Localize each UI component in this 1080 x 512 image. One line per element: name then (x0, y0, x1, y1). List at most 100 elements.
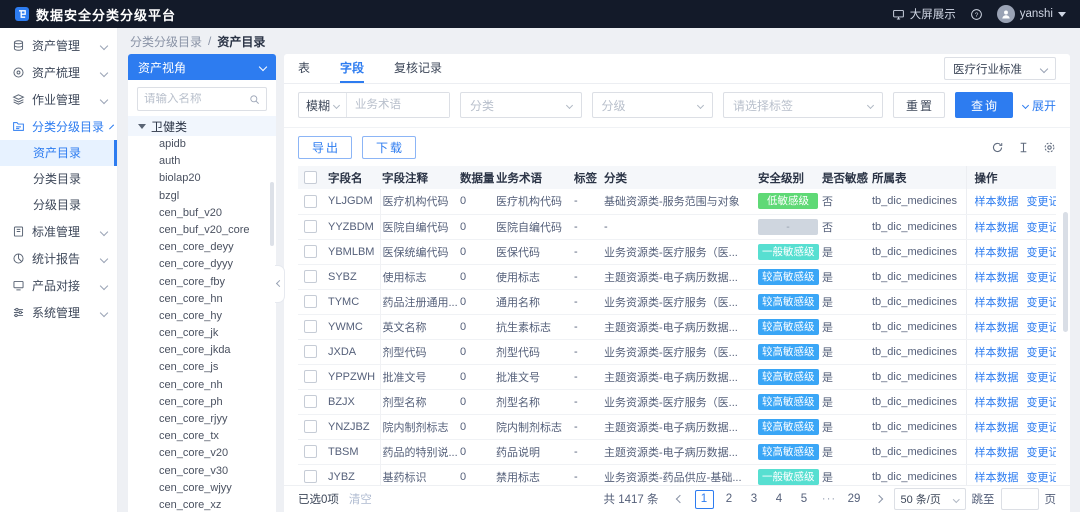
row-checkbox[interactable] (304, 395, 317, 408)
tag-filter-select[interactable]: 请选择标签 (723, 92, 883, 118)
breadcrumb-parent[interactable]: 分类分级目录 (130, 33, 202, 50)
expand-filters-link[interactable]: 展开 (1023, 97, 1056, 114)
row-checkbox[interactable] (304, 270, 317, 283)
sidebar-subitem[interactable]: 分级目录 (0, 192, 117, 218)
tree-root-node[interactable]: 卫健类 (128, 116, 276, 136)
tree-node[interactable]: cen_core_jk (128, 325, 276, 342)
pagination-page[interactable]: 4 (770, 490, 789, 509)
pagination-page[interactable]: 3 (745, 490, 764, 509)
pagination-page[interactable]: 29 (845, 490, 864, 509)
sample-data-link[interactable]: 样本数据 (975, 222, 1019, 234)
change-record-link[interactable]: 变更记录 (1027, 272, 1057, 284)
sample-data-link[interactable]: 样本数据 (975, 447, 1019, 459)
change-record-link[interactable]: 变更记录 (1027, 222, 1057, 234)
density-icon[interactable] (1017, 141, 1030, 154)
row-checkbox[interactable] (304, 220, 317, 233)
column-settings-icon[interactable] (1043, 141, 1056, 154)
sample-data-link[interactable]: 样本数据 (975, 196, 1019, 208)
screen-share-button[interactable]: 大屏展示 (892, 6, 956, 22)
tree-node[interactable]: cen_buf_v20_core (128, 222, 276, 239)
tab[interactable]: 字段 (340, 54, 364, 83)
tree-node[interactable]: cen_core_fby (128, 274, 276, 291)
refresh-icon[interactable] (991, 141, 1004, 154)
tree-node[interactable]: cen_core_xz (128, 497, 276, 512)
tree-node[interactable]: cen_core_hy (128, 308, 276, 325)
tree-scrollbar[interactable] (270, 182, 274, 246)
match-mode-select[interactable]: 模糊 (299, 93, 347, 117)
industry-standard-select[interactable]: 医疗行业标准 (944, 57, 1056, 80)
row-checkbox[interactable] (304, 320, 317, 333)
tree-node[interactable]: cen_core_v20 (128, 445, 276, 462)
row-checkbox[interactable] (304, 195, 317, 208)
sample-data-link[interactable]: 样本数据 (975, 422, 1019, 434)
tree-node[interactable]: cen_core_deyy (128, 239, 276, 256)
tab[interactable]: 表 (298, 54, 310, 83)
change-record-link[interactable]: 变更记录 (1027, 472, 1057, 484)
next-page-button[interactable] (870, 490, 888, 508)
clear-selection-link[interactable]: 清空 (349, 491, 372, 507)
tree-node[interactable]: cen_core_js (128, 359, 276, 376)
row-checkbox[interactable] (304, 445, 317, 458)
term-filter-input[interactable] (347, 93, 449, 117)
change-record-link[interactable]: 变更记录 (1027, 397, 1057, 409)
sample-data-link[interactable]: 样本数据 (975, 472, 1019, 484)
sample-data-link[interactable]: 样本数据 (975, 297, 1019, 309)
sample-data-link[interactable]: 样本数据 (975, 322, 1019, 334)
reset-button[interactable]: 重置 (893, 92, 945, 118)
jump-page-input[interactable] (1001, 488, 1039, 510)
tree-node[interactable]: cen_core_wjyy (128, 480, 276, 497)
tree-node[interactable]: cen_core_hn (128, 291, 276, 308)
tree-node[interactable]: cen_core_jkda (128, 342, 276, 359)
prev-page-button[interactable] (671, 490, 689, 508)
tree-node[interactable]: cen_core_dyyy (128, 256, 276, 273)
sample-data-link[interactable]: 样本数据 (975, 272, 1019, 284)
tree-view-select[interactable]: 资产视角 (128, 54, 276, 80)
sidebar-item-job-mgmt[interactable]: 作业管理 (0, 86, 117, 113)
tree-node[interactable]: cen_core_v30 (128, 463, 276, 480)
download-button[interactable]: 下载 (362, 136, 416, 159)
change-record-link[interactable]: 变更记录 (1027, 247, 1057, 259)
query-button[interactable]: 查询 (955, 92, 1013, 118)
tree-search-input[interactable] (144, 93, 249, 105)
tree-node[interactable]: cen_core_tx (128, 428, 276, 445)
change-record-link[interactable]: 变更记录 (1027, 372, 1057, 384)
export-button[interactable]: 导出 (298, 136, 352, 159)
pagination-page[interactable]: 5 (795, 490, 814, 509)
row-checkbox[interactable] (304, 245, 317, 258)
sample-data-link[interactable]: 样本数据 (975, 247, 1019, 259)
select-all-checkbox[interactable] (304, 171, 317, 184)
row-checkbox[interactable] (304, 420, 317, 433)
tab[interactable]: 复核记录 (394, 54, 442, 83)
sidebar-item-class-catalog[interactable]: 分类分级目录 (0, 113, 117, 140)
table-scrollbar[interactable] (1063, 212, 1068, 332)
change-record-link[interactable]: 变更记录 (1027, 422, 1057, 434)
level-filter-select[interactable]: 分级 (592, 92, 714, 118)
sidebar-item-asset-mgmt[interactable]: 资产管理 (0, 32, 117, 59)
sidebar-item-standard-mgmt[interactable]: 标准管理 (0, 218, 117, 245)
tree-node[interactable]: apidb (128, 136, 276, 153)
change-record-link[interactable]: 变更记录 (1027, 347, 1057, 359)
sidebar-item-system-mgmt[interactable]: 系统管理 (0, 299, 117, 326)
change-record-link[interactable]: 变更记录 (1027, 297, 1057, 309)
sidebar-item-asset-comb[interactable]: 资产梳理 (0, 59, 117, 86)
row-checkbox[interactable] (304, 345, 317, 358)
sample-data-link[interactable]: 样本数据 (975, 372, 1019, 384)
change-record-link[interactable]: 变更记录 (1027, 447, 1057, 459)
help-button[interactable]: ? (970, 8, 983, 21)
sidebar-item-product-connect[interactable]: 产品对接 (0, 272, 117, 299)
panel-collapse-handle[interactable] (275, 265, 285, 303)
tree-node[interactable]: cen_buf_v20 (128, 205, 276, 222)
sample-data-link[interactable]: 样本数据 (975, 347, 1019, 359)
sidebar-item-stats-report[interactable]: 统计报告 (0, 245, 117, 272)
tree-node[interactable]: cen_core_rjyy (128, 411, 276, 428)
category-filter-select[interactable]: 分类 (460, 92, 582, 118)
user-menu[interactable]: yanshi (997, 5, 1066, 23)
sidebar-subitem[interactable]: 分类目录 (0, 166, 117, 192)
sidebar-subitem[interactable]: 资产目录 (0, 140, 117, 166)
row-checkbox[interactable] (304, 370, 317, 383)
tree-node[interactable]: cen_core_ph (128, 394, 276, 411)
sample-data-link[interactable]: 样本数据 (975, 397, 1019, 409)
tree-node[interactable]: cen_core_nh (128, 377, 276, 394)
page-size-select[interactable]: 50 条/页 (894, 488, 966, 510)
pagination-page[interactable]: 2 (720, 490, 739, 509)
